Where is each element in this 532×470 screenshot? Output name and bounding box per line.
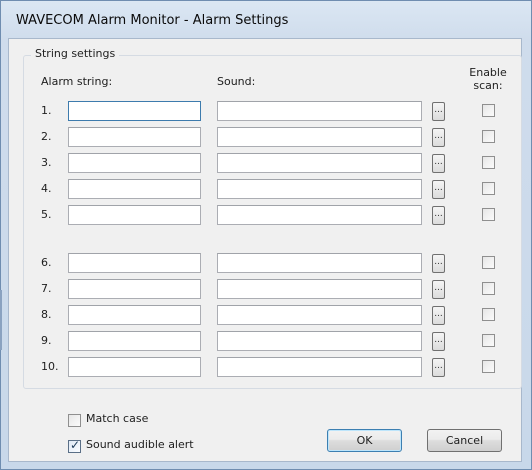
title-bar[interactable]: WAVECOM Alarm Monitor - Alarm Settings [1,1,532,39]
enable-scan-checkbox[interactable] [482,104,495,117]
sound-audible-alert-checkbox[interactable]: ✓ [68,438,81,453]
sound-file-input[interactable] [217,153,422,173]
browse-sound-button[interactable]: ... [432,332,445,351]
window-edge-highlight [0,290,2,350]
enable-scan-checkbox[interactable] [482,156,495,169]
alarm-string-input[interactable] [68,127,201,147]
enable-scan-checkbox[interactable] [482,256,495,269]
sound-file-input[interactable] [217,253,422,273]
enable-scan-checkbox[interactable] [482,334,495,347]
row-number: 1. [41,104,52,117]
row-number: 6. [41,256,52,269]
enable-scan-header-line1: Enable [469,66,507,79]
enable-scan-column-header: Enable scan: [468,66,508,92]
alarm-string-input[interactable] [68,179,201,199]
checkmark-icon: ✓ [70,438,81,452]
ok-button[interactable]: OK [327,429,402,452]
row-number: 9. [41,334,52,347]
alarm-string-input[interactable] [68,253,201,273]
enable-scan-checkbox[interactable] [482,130,495,143]
sound-file-input[interactable] [217,331,422,351]
enable-scan-checkbox[interactable] [482,182,495,195]
alarm-string-input[interactable] [68,205,201,225]
sound-file-input[interactable] [217,279,422,299]
enable-scan-header-line2: scan: [473,79,503,92]
row-number: 3. [41,156,52,169]
alarm-string-input[interactable] [68,305,201,325]
sound-file-input[interactable] [217,357,422,377]
sound-column-header: Sound: [217,75,256,88]
browse-sound-button[interactable]: ... [432,254,445,273]
sound-file-input[interactable] [217,305,422,325]
alarm-string-input[interactable] [68,331,201,351]
row-number: 2. [41,130,52,143]
window-title: WAVECOM Alarm Monitor - Alarm Settings [16,13,289,28]
alarm-string-input[interactable] [68,279,201,299]
enable-scan-checkbox[interactable] [482,360,495,373]
alarm-string-column-header: Alarm string: [41,75,113,88]
browse-sound-button[interactable]: ... [432,102,445,121]
match-case-checkbox[interactable] [68,414,81,427]
enable-scan-checkbox[interactable] [482,208,495,221]
row-number: 4. [41,182,52,195]
sound-file-input[interactable] [217,179,422,199]
browse-sound-button[interactable]: ... [432,358,445,377]
match-case-label[interactable]: Match case [86,412,148,425]
row-number: 10. [41,360,59,373]
browse-sound-button[interactable]: ... [432,280,445,299]
browse-sound-button[interactable]: ... [432,128,445,147]
alarm-string-input[interactable] [68,357,201,377]
sound-file-input[interactable] [217,101,422,121]
sound-file-input[interactable] [217,205,422,225]
enable-scan-checkbox[interactable] [482,282,495,295]
enable-scan-checkbox[interactable] [482,308,495,321]
sound-audible-alert-label[interactable]: Sound audible alert [86,438,194,451]
cancel-button[interactable]: Cancel [427,429,502,452]
browse-sound-button[interactable]: ... [432,180,445,199]
row-number: 8. [41,308,52,321]
string-settings-group-title: String settings [31,47,120,60]
row-number: 7. [41,282,52,295]
browse-sound-button[interactable]: ... [432,154,445,173]
browse-sound-button[interactable]: ... [432,206,445,225]
sound-file-input[interactable] [217,127,422,147]
browse-sound-button[interactable]: ... [432,306,445,325]
alarm-string-input[interactable] [68,101,201,121]
row-number: 5. [41,208,52,221]
alarm-string-input[interactable] [68,153,201,173]
